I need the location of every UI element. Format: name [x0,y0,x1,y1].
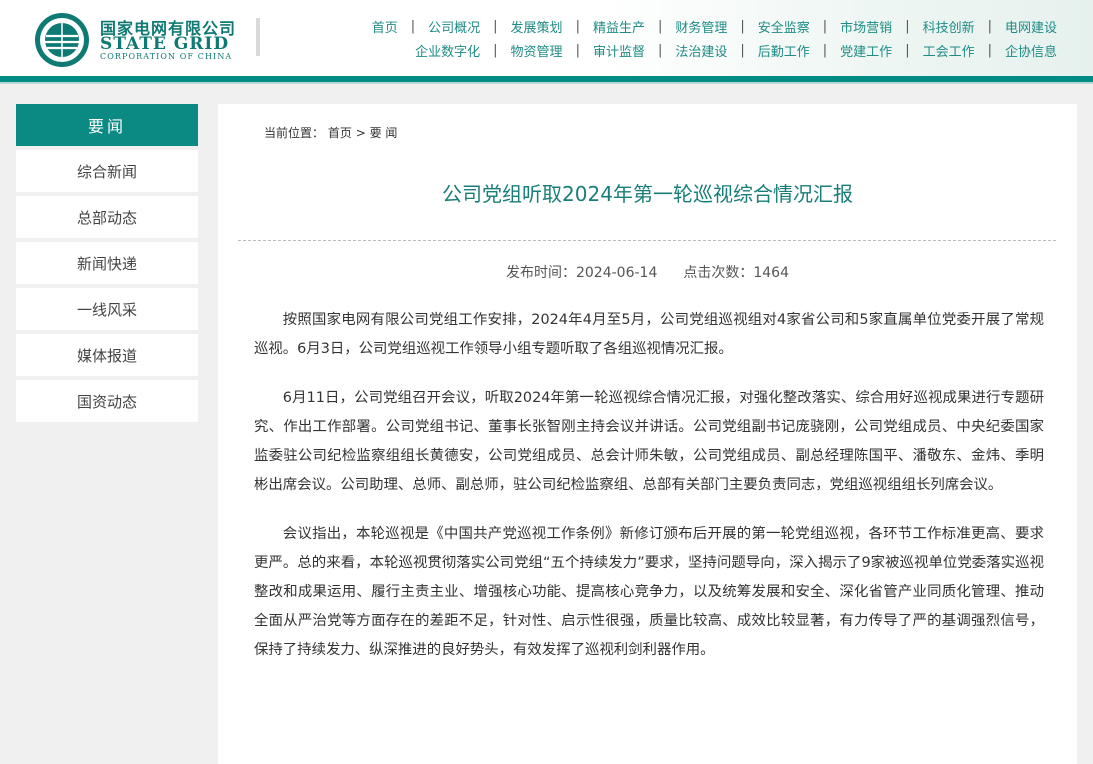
nav-item-audit[interactable]: 审计监督 [593,41,645,60]
title-divider [238,240,1056,241]
nav-item-home[interactable]: 首页 [372,17,398,36]
nav-separator: | [987,43,992,58]
sidebar-header[interactable]: 要闻 [16,104,198,146]
sidebar-item-media-reports[interactable]: 媒体报道 [16,334,198,376]
sidebar: 要闻 综合新闻 总部动态 新闻快递 一线风采 媒体报道 国资动态 [16,104,198,422]
nav-item-lean-production[interactable]: 精益生产 [593,17,645,36]
publish-date: 发布时间：2024-06-14 [505,265,658,281]
sidebar-item-frontline[interactable]: 一线风采 [16,288,198,330]
nav-separator: | [493,43,498,58]
nav-item-association[interactable]: 企协信息 [1005,41,1057,60]
article-paragraph: 6月11日，公司党组召开会议，听取2024年第一轮巡视综合情况汇报，对强化整改落… [254,390,1044,493]
nav-item-finance[interactable]: 财务管理 [675,17,727,36]
nav-item-grid-construction[interactable]: 电网建设 [1005,17,1057,36]
nav-item-party-building[interactable]: 党建工作 [840,41,892,60]
nav-separator: | [822,43,828,58]
click-count: 点击次数：1464 [683,265,789,281]
nav-item-innovation[interactable]: 科技创新 [923,17,975,36]
article-meta: 发布时间：2024-06-14 点击次数：1464 [218,262,1077,282]
nav-separator: | [410,19,416,34]
nav-separator: | [987,19,992,34]
nav-item-safety[interactable]: 安全监察 [758,17,810,36]
nav-item-company-overview[interactable]: 公司概况 [428,17,480,36]
main-nav-row-1: 首页 | 公司概况 | 发展策划 | 精益生产 | 财务管理 | 安全监察 | … [372,17,1057,36]
state-grid-logo-icon[interactable] [34,12,90,68]
sidebar-item-hq-news[interactable]: 总部动态 [16,196,198,238]
sidebar-item-general-news[interactable]: 综合新闻 [16,150,198,192]
nav-separator: | [657,43,663,58]
brand-subtitle-en: CORPORATION OF CHINA [100,52,233,61]
nav-item-digitalization[interactable]: 企业数字化 [415,41,480,60]
nav-item-marketing[interactable]: 市场营销 [840,17,892,36]
nav-item-union[interactable]: 工会工作 [923,41,975,60]
nav-separator: | [575,19,580,34]
article-paragraph: 会议指出，本轮巡视是《中国共产党巡视工作条例》新修订颁布后开展的第一轮党组巡视，… [254,526,1044,658]
nav-item-development-planning[interactable]: 发展策划 [511,17,563,36]
article-title: 公司党组听取2024年第一轮巡视综合情况汇报 [442,182,853,206]
nav-item-rule-of-law[interactable]: 法治建设 [675,41,727,60]
nav-item-logistics[interactable]: 后勤工作 [758,41,810,60]
nav-separator: | [822,19,828,34]
nav-separator: | [905,43,910,58]
nav-separator: | [493,19,498,34]
breadcrumb-current[interactable]: 要 闻 [370,126,398,140]
brand-divider [256,18,260,56]
main-nav-row-2: 企业数字化 | 物资管理 | 审计监督 | 法治建设 | 后勤工作 | 党建工作… [415,41,1057,60]
nav-separator: | [905,19,910,34]
breadcrumb: 当前位置： 首页 > 要 闻 [264,124,397,141]
nav-separator: | [575,43,580,58]
breadcrumb-home-link[interactable]: 首页 [328,126,352,140]
article-panel: 当前位置： 首页 > 要 闻 公司党组听取2024年第一轮巡视综合情况汇报 发布… [218,104,1077,764]
brand-name-en: STATE GRID [100,34,230,54]
breadcrumb-separator: > [355,126,366,140]
nav-separator: | [657,19,663,34]
nav-separator: | [740,43,745,58]
article-body: 按照国家电网有限公司党组工作安排，2024年4月至5月，公司党组巡视组对4家省公… [254,306,1044,685]
sidebar-item-sasac-news[interactable]: 国资动态 [16,380,198,422]
header-accent-bar-light [0,82,1093,84]
nav-separator: | [740,19,745,34]
site-header: 国家电网有限公司 STATE GRID CORPORATION OF CHINA… [0,0,1093,76]
sidebar-item-news-express[interactable]: 新闻快递 [16,242,198,284]
breadcrumb-prefix: 当前位置： [264,126,325,140]
article-paragraph: 按照国家电网有限公司党组工作安排，2024年4月至5月，公司党组巡视组对4家省公… [254,312,1044,357]
nav-item-materials[interactable]: 物资管理 [511,41,563,60]
